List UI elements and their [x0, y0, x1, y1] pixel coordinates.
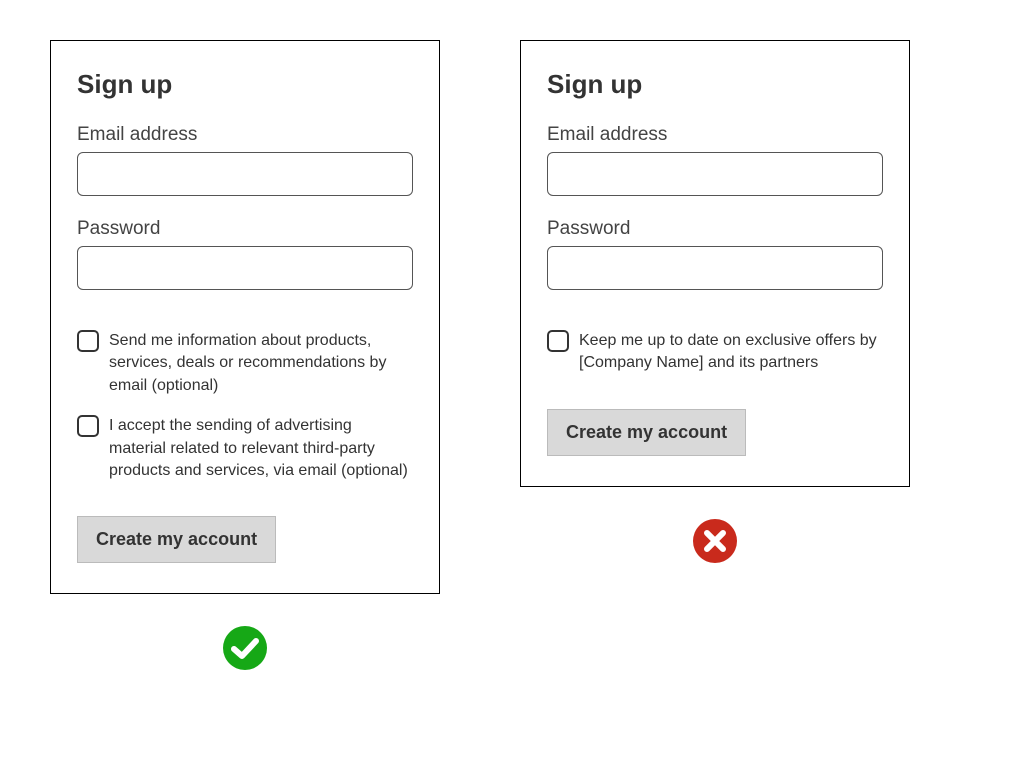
card-title: Sign up: [77, 69, 413, 100]
check-circle-icon: [221, 624, 269, 677]
consent-label-1: Send me information about products, serv…: [109, 330, 413, 397]
create-account-button[interactable]: Create my account: [547, 409, 746, 456]
signup-card-good: Sign up Email address Password Send me i…: [50, 40, 440, 594]
bad-example: Sign up Email address Password Keep me u…: [520, 40, 910, 677]
consent-checkbox-1[interactable]: [547, 330, 569, 352]
create-account-button[interactable]: Create my account: [77, 516, 276, 563]
password-label: Password: [77, 218, 413, 240]
consent-checkbox-row-1: Send me information about products, serv…: [77, 330, 413, 397]
email-input[interactable]: [547, 152, 883, 196]
email-label: Email address: [77, 124, 413, 146]
consent-checkbox-1[interactable]: [77, 330, 99, 352]
consent-checkbox-row-1: Keep me up to date on exclusive offers b…: [547, 330, 883, 375]
consent-checkbox-2[interactable]: [77, 415, 99, 437]
consent-checkbox-row-2: I accept the sending of advertising mate…: [77, 415, 413, 482]
password-input[interactable]: [547, 246, 883, 290]
signup-card-bad: Sign up Email address Password Keep me u…: [520, 40, 910, 487]
card-title: Sign up: [547, 69, 883, 100]
email-label: Email address: [547, 124, 883, 146]
password-label: Password: [547, 218, 883, 240]
password-input[interactable]: [77, 246, 413, 290]
x-circle-icon: [691, 517, 739, 570]
consent-label-1: Keep me up to date on exclusive offers b…: [579, 330, 883, 375]
email-input[interactable]: [77, 152, 413, 196]
good-example: Sign up Email address Password Send me i…: [50, 40, 440, 677]
consent-label-2: I accept the sending of advertising mate…: [109, 415, 413, 482]
